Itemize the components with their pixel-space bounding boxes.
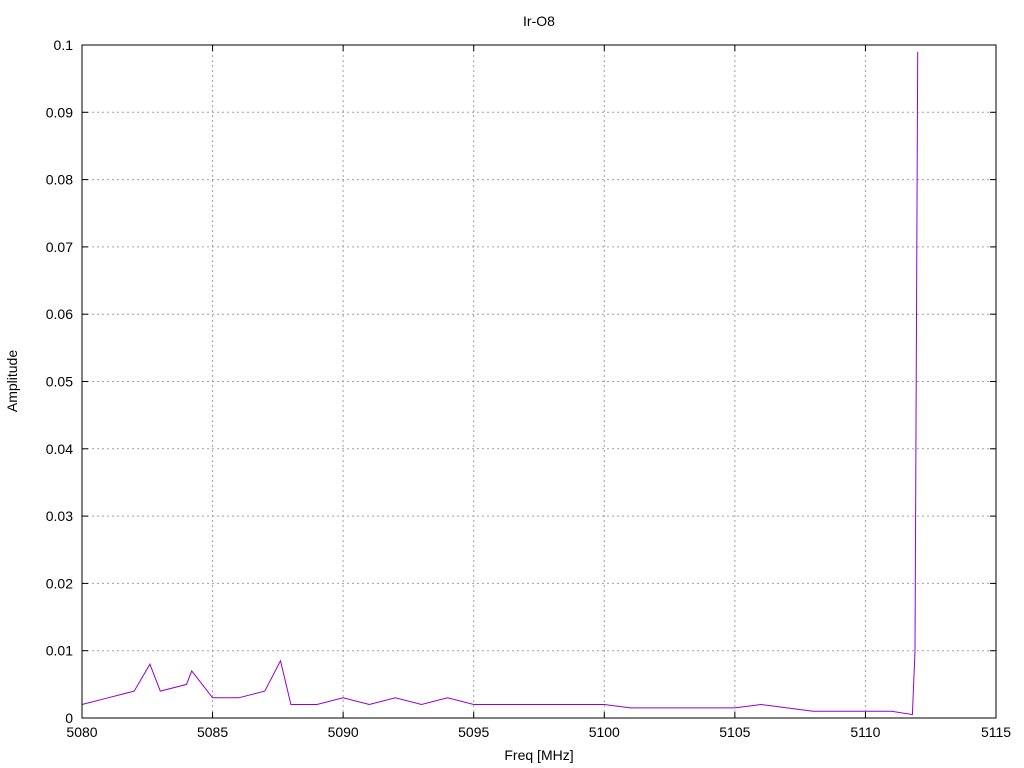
chart-title: Ir-O8	[523, 13, 555, 29]
x-axis-label: Freq [MHz]	[504, 747, 573, 763]
grid	[82, 45, 996, 718]
y-tick-labels: 0 0.01 0.02 0.03 0.04 0.05 0.06 0.07 0.08 0.09 0.1	[46, 37, 73, 726]
chart: Ir-O8 5080 5085 5090 5095 5100 5105 5110 5115 0…	[4, 13, 1011, 763]
x-tick-label: 5095	[458, 724, 489, 740]
y-tick-label: 0.03	[46, 508, 73, 524]
x-tick-labels: 5080 5085 5090 5095 5100 5105 5110 5115	[66, 724, 1011, 740]
y-tick-label: 0.01	[46, 643, 73, 659]
x-tick-label: 5105	[719, 724, 750, 740]
x-tick-label: 5115	[981, 724, 1011, 740]
y-tick-label: 0.09	[46, 104, 73, 120]
y-tick-label: 0.08	[46, 172, 73, 188]
y-tick-label: 0.1	[54, 37, 74, 53]
series-line	[81, 51, 919, 716]
x-tick-label: 5110	[850, 724, 880, 740]
y-tick-label: 0.05	[46, 374, 73, 390]
y-tick-label: 0.04	[46, 441, 73, 457]
x-tick-label: 5080	[66, 724, 97, 740]
x-tick-label: 5085	[197, 724, 228, 740]
y-axis-label: Amplitude	[4, 350, 20, 412]
x-tick-label: 5090	[328, 724, 359, 740]
y-tick-label: 0.06	[46, 306, 73, 322]
x-tick-label: 5100	[589, 724, 620, 740]
y-tick-label: 0.02	[46, 575, 73, 591]
y-tick-label: 0	[65, 710, 73, 726]
y-tick-label: 0.07	[46, 239, 73, 255]
